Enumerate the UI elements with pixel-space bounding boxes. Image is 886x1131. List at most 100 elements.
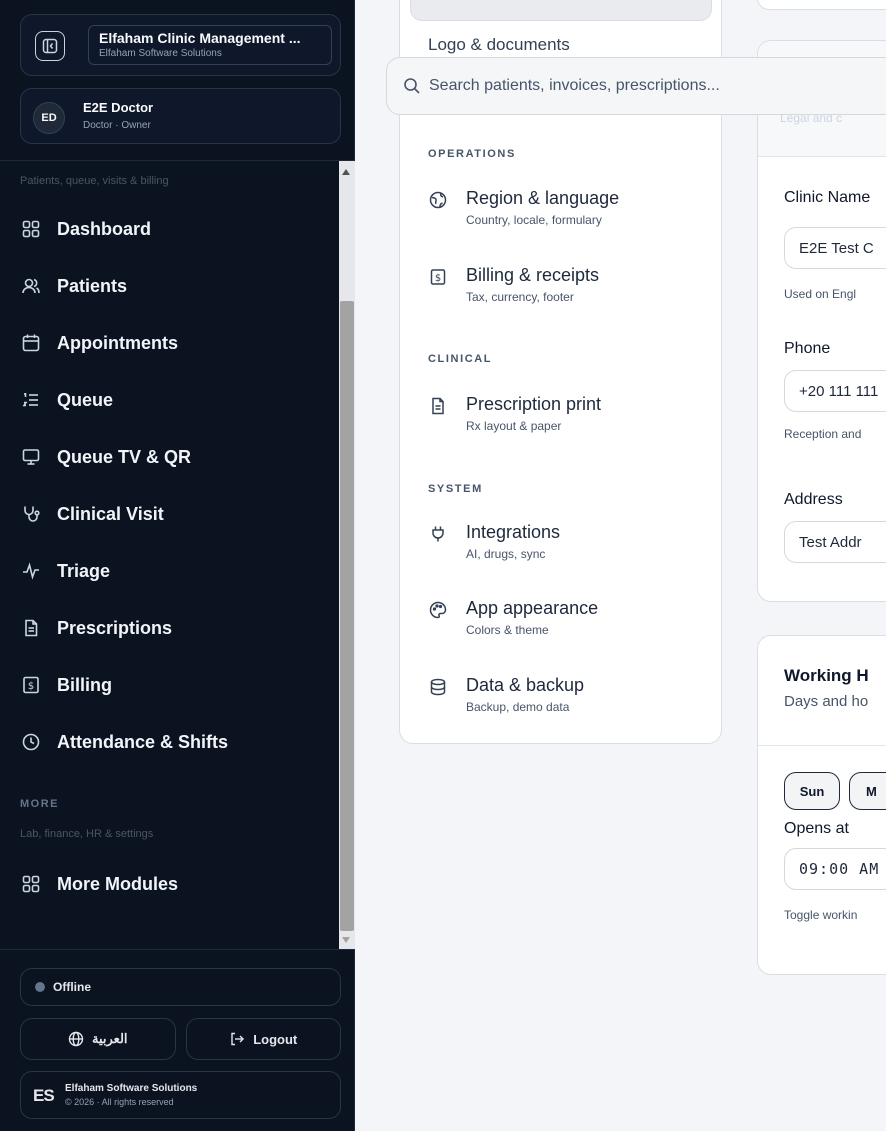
sidebar-item-label: Patients bbox=[57, 275, 128, 296]
logout-label: Logout bbox=[253, 1031, 298, 1047]
grid-icon bbox=[20, 218, 42, 240]
phone-input[interactable]: +20 111 111 bbox=[784, 370, 886, 412]
user-name: E2E Doctor bbox=[83, 100, 154, 115]
sidebar-item-label: Queue TV & QR bbox=[57, 446, 192, 467]
file-text-icon bbox=[428, 396, 448, 416]
company-footer: ES Elfaham Software Solutions © 2026 · A… bbox=[20, 1071, 341, 1119]
sidebar: Elfaham Clinic Management ... Elfaham So… bbox=[0, 0, 355, 1131]
brand-card: Elfaham Clinic Management ... Elfaham So… bbox=[20, 14, 341, 76]
status-label: Offline bbox=[53, 980, 91, 994]
sidebar-actions: العربية Logout bbox=[20, 1018, 341, 1060]
working-hours-card: Working H Days and ho Sun M Opens at 09:… bbox=[757, 635, 886, 975]
sidebar-item-queue[interactable]: Queue bbox=[20, 380, 320, 420]
day-toggle-sun[interactable]: Sun bbox=[784, 772, 840, 810]
sidebar-item-label: Prescriptions bbox=[57, 617, 173, 638]
calendar-icon bbox=[20, 332, 42, 354]
hours-help: Toggle workin bbox=[784, 908, 858, 922]
sidebar-item-prescriptions[interactable]: Prescriptions bbox=[20, 608, 320, 648]
sidebar-item-label: More Modules bbox=[57, 873, 179, 894]
users-icon bbox=[20, 275, 42, 297]
day-toggle-mon[interactable]: M bbox=[849, 772, 886, 810]
sidebar-item-queue-tv[interactable]: Queue TV & QR bbox=[20, 437, 320, 477]
settings-item-title: App appearance bbox=[466, 598, 599, 618]
scroll-down-icon[interactable] bbox=[342, 937, 350, 943]
more-caption: Lab, finance, HR & settings bbox=[20, 828, 154, 840]
settings-item-title: Prescription print bbox=[466, 394, 602, 414]
settings-item-subtitle: Tax, currency, footer bbox=[466, 290, 574, 304]
address-label: Address bbox=[784, 491, 843, 508]
clinic-name-label: Clinic Name bbox=[784, 189, 871, 206]
grid-icon bbox=[20, 873, 42, 895]
settings-item-subtitle: Backup, demo data bbox=[466, 700, 570, 714]
settings-item-subtitle: Rx layout & paper bbox=[466, 419, 562, 433]
clinic-name-input[interactable]: E2E Test C bbox=[784, 227, 886, 269]
nav-caption: Patients, queue, visits & billing bbox=[20, 175, 169, 187]
avatar: ED bbox=[33, 102, 65, 134]
phone-label: Phone bbox=[784, 340, 831, 357]
sidebar-item-attendance[interactable]: Attendance & Shifts bbox=[20, 722, 320, 762]
settings-item-title: Region & language bbox=[466, 188, 620, 208]
scroll-up-icon[interactable] bbox=[342, 169, 350, 175]
hours-subtitle: Days and ho bbox=[784, 693, 869, 710]
file-text-icon bbox=[20, 617, 42, 639]
list-ordered-icon bbox=[20, 389, 42, 411]
clinic-name-help: Used on Engl bbox=[784, 287, 857, 301]
search-icon bbox=[403, 77, 421, 95]
user-card[interactable]: ED E2E Doctor Doctor · Owner bbox=[20, 88, 341, 144]
scrollbar-thumb[interactable] bbox=[340, 301, 354, 931]
activity-icon bbox=[20, 560, 42, 582]
settings-item-title: Billing & receipts bbox=[466, 265, 600, 285]
sidebar-nav: Patients, queue, visits & billing Dashbo… bbox=[0, 160, 355, 950]
settings-item-subtitle: Colors & theme bbox=[466, 623, 549, 637]
sidebar-item-label: Queue bbox=[57, 389, 114, 410]
more-heading: MORE bbox=[20, 798, 59, 810]
globe-icon bbox=[428, 190, 448, 210]
address-input[interactable]: Test Addr bbox=[784, 521, 886, 563]
panel-left-icon bbox=[42, 38, 58, 54]
stethoscope-icon bbox=[20, 503, 42, 525]
status-dot-icon bbox=[35, 982, 45, 992]
sidebar-item-clinical-visit[interactable]: Clinical Visit bbox=[20, 494, 320, 534]
hours-card-header: Working H Days and ho bbox=[758, 636, 886, 746]
sidebar-item-billing[interactable]: $ Billing bbox=[20, 665, 320, 705]
user-role: Doctor · Owner bbox=[83, 120, 151, 131]
sidebar-item-more-modules[interactable]: More Modules bbox=[20, 864, 320, 904]
global-search-input[interactable]: Search patients, invoices, prescriptions… bbox=[386, 57, 886, 115]
database-icon bbox=[428, 677, 448, 697]
main-content: Logo & documents OPERATIONS Region & lan… bbox=[355, 0, 886, 1131]
logout-button[interactable]: Logout bbox=[185, 1018, 341, 1060]
sidebar-item-label: Appointments bbox=[57, 332, 178, 353]
brand-text: Elfaham Clinic Management ... Elfaham So… bbox=[88, 25, 332, 65]
company-name: Elfaham Software Solutions bbox=[65, 1083, 198, 1094]
sidebar-item-appointments[interactable]: Appointments bbox=[20, 323, 320, 363]
logout-icon bbox=[231, 1032, 245, 1046]
search-placeholder: Search patients, invoices, prescriptions… bbox=[429, 77, 720, 94]
sidebar-scrollbar[interactable] bbox=[335, 161, 355, 949]
phone-help: Reception and bbox=[784, 427, 862, 441]
svg-text:$: $ bbox=[28, 681, 34, 692]
sidebar-item-label: Billing bbox=[57, 674, 112, 695]
sidebar-item-label: Dashboard bbox=[57, 218, 152, 239]
settings-item-logo-documents[interactable]: Logo & documents bbox=[428, 35, 570, 55]
language-label: العربية bbox=[91, 1031, 128, 1046]
language-button[interactable]: العربية bbox=[20, 1018, 176, 1060]
plug-icon bbox=[428, 524, 448, 544]
hours-title: Working H bbox=[784, 666, 869, 685]
receipt-icon: $ bbox=[20, 674, 42, 696]
settings-menu-active-item[interactable] bbox=[410, 0, 712, 21]
app-subtitle: Elfaham Software Solutions bbox=[99, 48, 222, 59]
settings-item-subtitle: AI, drugs, sync bbox=[466, 547, 546, 561]
app-title: Elfaham Clinic Management ... bbox=[99, 30, 301, 46]
connection-status: Offline bbox=[20, 968, 341, 1006]
company-logo: ES bbox=[33, 1086, 55, 1105]
monitor-icon bbox=[20, 446, 42, 468]
sidebar-item-label: Triage bbox=[57, 560, 111, 581]
top-card-edge bbox=[757, 0, 886, 10]
sidebar-item-patients[interactable]: Patients bbox=[20, 266, 320, 306]
sidebar-item-dashboard[interactable]: Dashboard bbox=[20, 209, 320, 249]
sidebar-item-label: Attendance & Shifts bbox=[57, 731, 229, 752]
collapse-sidebar-button[interactable] bbox=[35, 31, 65, 61]
receipt-icon: $ bbox=[428, 267, 448, 287]
sidebar-item-triage[interactable]: Triage bbox=[20, 551, 320, 591]
opens-at-input[interactable]: 09:00 AM bbox=[784, 848, 886, 890]
